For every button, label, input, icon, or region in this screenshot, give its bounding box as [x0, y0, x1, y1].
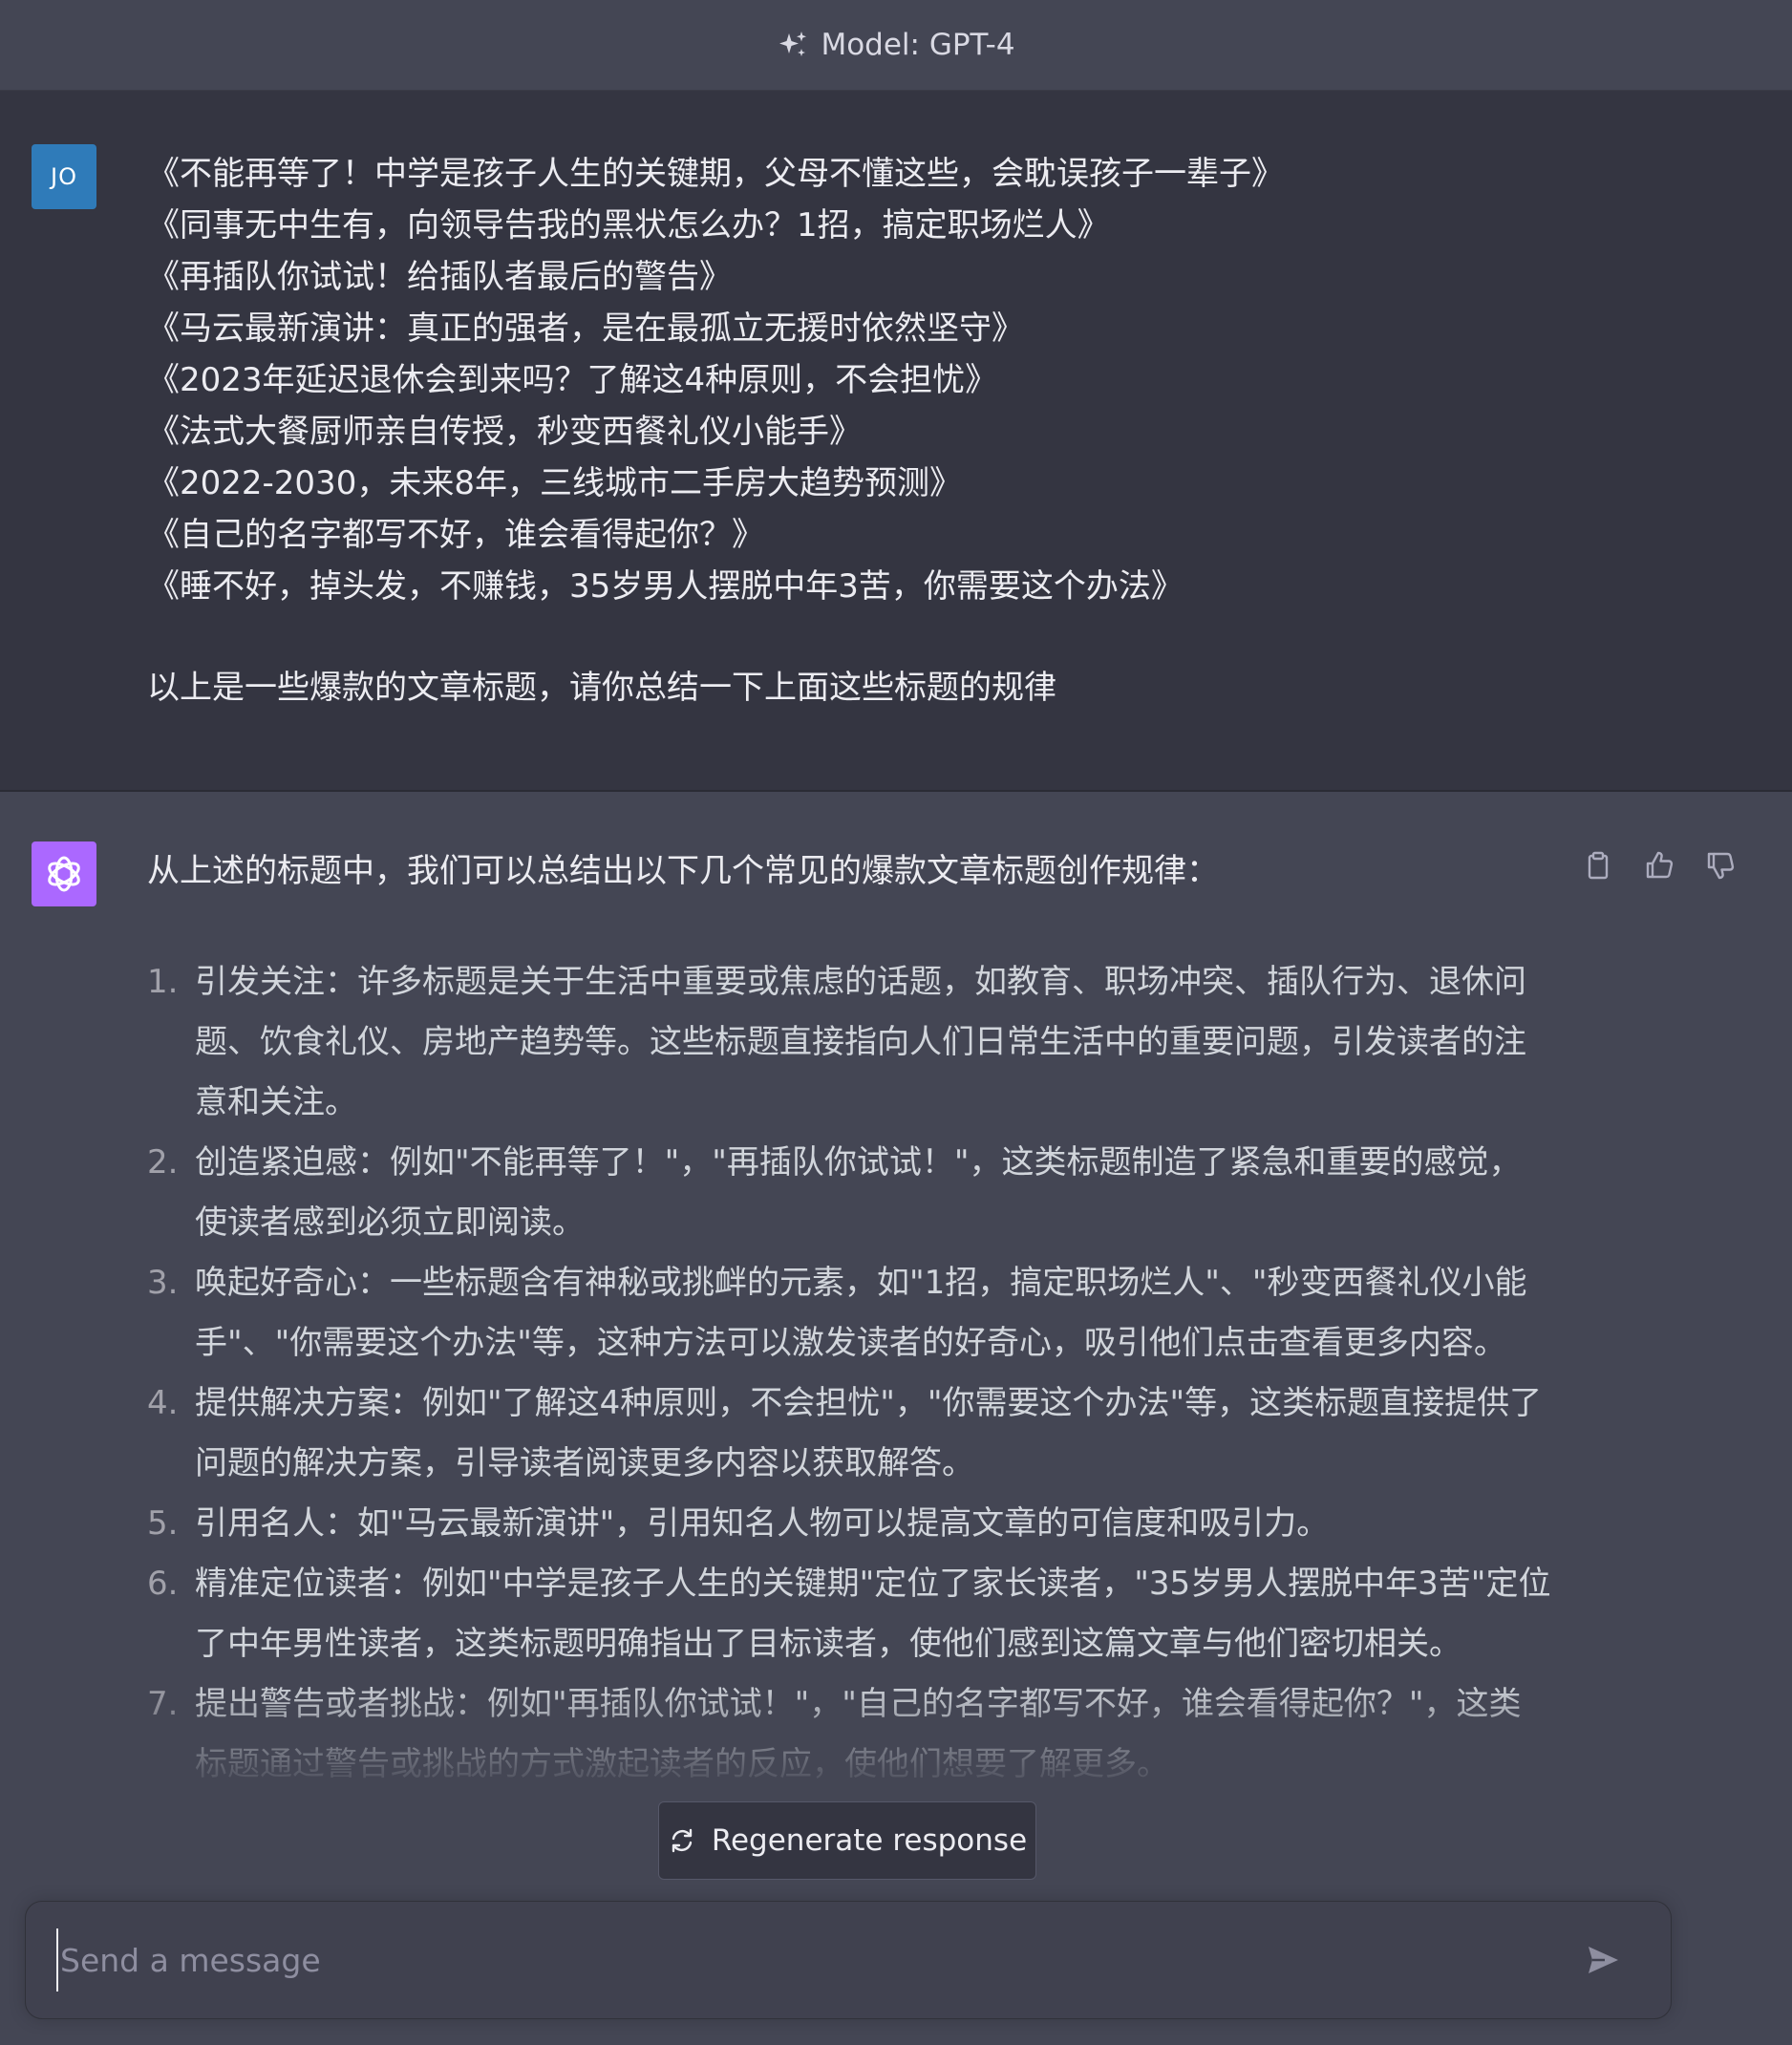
- user-title-line: 《2023年延迟退休会到来吗？了解这4种原则，不会担忧》: [147, 361, 998, 399]
- list-text: 引发关注：许多标题是关于生活中重要或焦虑的话题，如教育、职场冲突、插队行为、退休…: [195, 963, 1526, 1121]
- user-title-line: 《再插队你试试！给插队者最后的警告》: [147, 258, 732, 296]
- list-text: 创造紧迫感：例如"不能再等了！"，"再插队你试试！"，这类标题制造了紧急和重要的…: [195, 1143, 1522, 1242]
- openai-logo-icon: [32, 841, 96, 906]
- chat-page: Model: GPT-4 JO 《不能再等了！中学是孩子人生的关键期，父母不懂这…: [0, 0, 1792, 2045]
- thumbs-up-icon[interactable]: [1643, 849, 1675, 882]
- list-item: 7. 提出警告或者挑战：例如"再插队你试试！"，"自己的名字都写不好，谁会看得起…: [147, 1674, 1551, 1795]
- list-number: 3.: [147, 1264, 179, 1302]
- user-title-line: 《睡不好，掉头发，不赚钱，35岁男人摆脱中年3苦，你需要这个办法》: [147, 567, 1184, 606]
- user-title-line: 《法式大餐厨师亲自传授，秒变西餐礼仪小能手》: [147, 413, 862, 451]
- list-number: 5.: [147, 1504, 179, 1543]
- assistant-intro: 从上述的标题中，我们可以总结出以下几个常见的爆款文章标题创作规律：: [147, 852, 1219, 890]
- answer-list: 1. 引发关注：许多标题是关于生活中重要或焦虑的话题，如教育、职场冲突、插队行为…: [147, 952, 1551, 1795]
- list-item: 5. 引用名人：如"马云最新演讲"，引用知名人物可以提高文章的可信度和吸引力。: [147, 1494, 1551, 1554]
- model-label: Model: GPT-4: [821, 28, 1015, 62]
- refresh-icon: [668, 1826, 696, 1855]
- user-title-line: 《2022-2030，未来8年，三线城市二手房大趋势预测》: [147, 464, 962, 502]
- list-item: 4. 提供解决方案：例如"了解这4种原则，不会担忧"，"你需要这个办法"等，这类…: [147, 1374, 1551, 1494]
- list-item: 6. 精准定位读者：例如"中学是孩子人生的关键期"定位了家长读者，"35岁男人摆…: [147, 1554, 1551, 1674]
- user-title-line: 《自己的名字都写不好，谁会看得起你？》: [147, 516, 764, 554]
- message-input[interactable]: [56, 1928, 1552, 1992]
- sparkles-icon: [777, 29, 809, 61]
- list-number: 1.: [147, 963, 179, 1001]
- list-item: 2. 创造紧迫感：例如"不能再等了！"，"再插队你试试！"，这类标题制造了紧急和…: [147, 1133, 1551, 1253]
- send-icon[interactable]: [1581, 1938, 1625, 1982]
- list-item: 3. 唤起好奇心：一些标题含有神秘或挑衅的元素，如"1招，搞定职场烂人"、"秒变…: [147, 1253, 1551, 1374]
- thumbs-down-icon[interactable]: [1704, 849, 1737, 882]
- user-title-line: 《不能再等了！中学是孩子人生的关键期，父母不懂这些，会耽误孩子一辈子》: [147, 155, 1284, 193]
- list-number: 7.: [147, 1685, 179, 1723]
- user-title-line: 《马云最新演讲：真正的强者，是在最孤立无援时依然坚守》: [147, 309, 1024, 348]
- list-text: 引用名人：如"马云最新演讲"，引用知名人物可以提高文章的可信度和吸引力。: [195, 1504, 1330, 1543]
- list-number: 2.: [147, 1143, 179, 1182]
- list-text: 提出警告或者挑战：例如"再插队你试试！"，"自己的名字都写不好，谁会看得起你？"…: [195, 1685, 1522, 1783]
- regenerate-button[interactable]: Regenerate response: [658, 1801, 1036, 1880]
- user-avatar: JO: [32, 144, 96, 209]
- regenerate-label: Regenerate response: [711, 1823, 1028, 1858]
- clipboard-icon[interactable]: [1582, 849, 1614, 882]
- model-header: Model: GPT-4: [0, 0, 1792, 91]
- user-message: JO 《不能再等了！中学是孩子人生的关键期，父母不懂这些，会耽误孩子一辈子》 《…: [0, 91, 1792, 792]
- list-number: 6.: [147, 1565, 179, 1603]
- message-actions: [1582, 849, 1737, 882]
- list-text: 提供解决方案：例如"了解这4种原则，不会担忧"，"你需要这个办法"等，这类标题直…: [195, 1384, 1543, 1482]
- list-text: 唤起好奇心：一些标题含有神秘或挑衅的元素，如"1招，搞定职场烂人"、"秒变西餐礼…: [195, 1264, 1527, 1362]
- user-title-line: 《同事无中生有，向领导告我的黑状怎么办？1招，搞定职场烂人》: [147, 206, 1110, 245]
- message-composer: [25, 1901, 1672, 2019]
- list-number: 4.: [147, 1384, 179, 1422]
- list-text: 精准定位读者：例如"中学是孩子人生的关键期"定位了家长读者，"35岁男人摆脱中年…: [195, 1565, 1551, 1663]
- list-item: 1. 引发关注：许多标题是关于生活中重要或焦虑的话题，如教育、职场冲突、插队行为…: [147, 952, 1551, 1133]
- user-title-list: 《不能再等了！中学是孩子人生的关键期，父母不懂这些，会耽误孩子一辈子》 《同事无…: [147, 148, 1580, 612]
- user-question: 以上是一些爆款的文章标题，请你总结一下上面这些标题的规律: [147, 669, 1056, 707]
